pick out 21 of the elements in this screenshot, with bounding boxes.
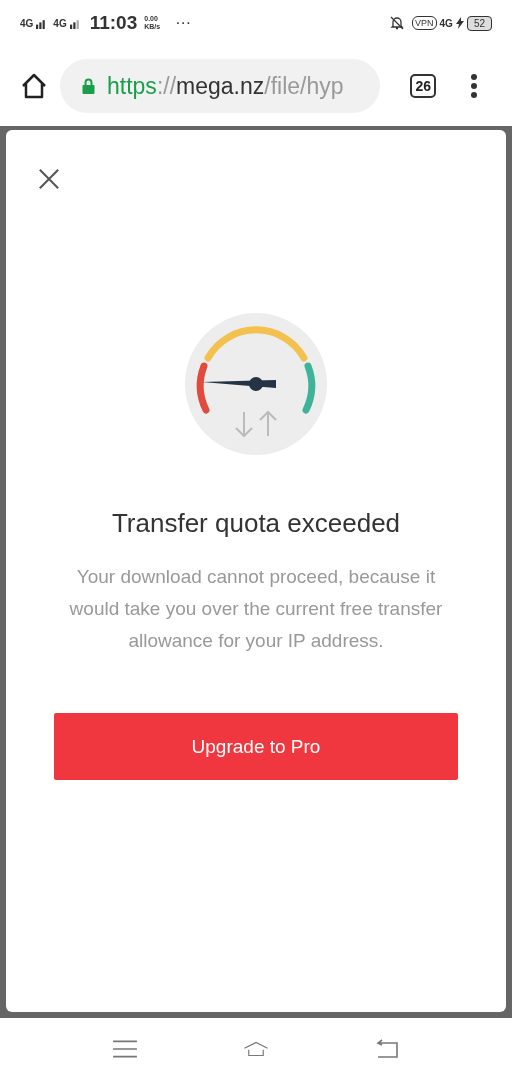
network-label: 4G [20, 17, 34, 29]
signal-icon [69, 17, 81, 29]
network-label: 4G [439, 17, 453, 29]
charging-icon [455, 17, 464, 29]
vpn-badge: VPN [412, 16, 437, 30]
dialog-message: Your download cannot proceed, because it would take you over the current free transfer allowance for your IP address. [68, 565, 444, 653]
battery-level: 52 [466, 15, 492, 31]
tab-count-button[interactable]: 26 [410, 74, 436, 98]
address-bar[interactable]: https://mega.nz/file/hyp [60, 59, 381, 113]
muted-bell-icon [389, 15, 405, 31]
more-indicator: ··· [175, 14, 192, 32]
upgrade-button[interactable]: Upgrade to Pro [54, 713, 458, 780]
url-text: https://mega.nz/file/hyp [107, 72, 344, 100]
close-icon[interactable] [38, 168, 60, 190]
dialog-title: Transfer quota exceeded [111, 508, 401, 539]
home-icon[interactable] [20, 72, 48, 100]
network-label: 4G [53, 17, 67, 29]
signal-icon [36, 17, 48, 29]
lock-icon [82, 78, 95, 94]
clock-time: 11:03 [89, 12, 138, 34]
menu-icon[interactable] [470, 73, 478, 99]
